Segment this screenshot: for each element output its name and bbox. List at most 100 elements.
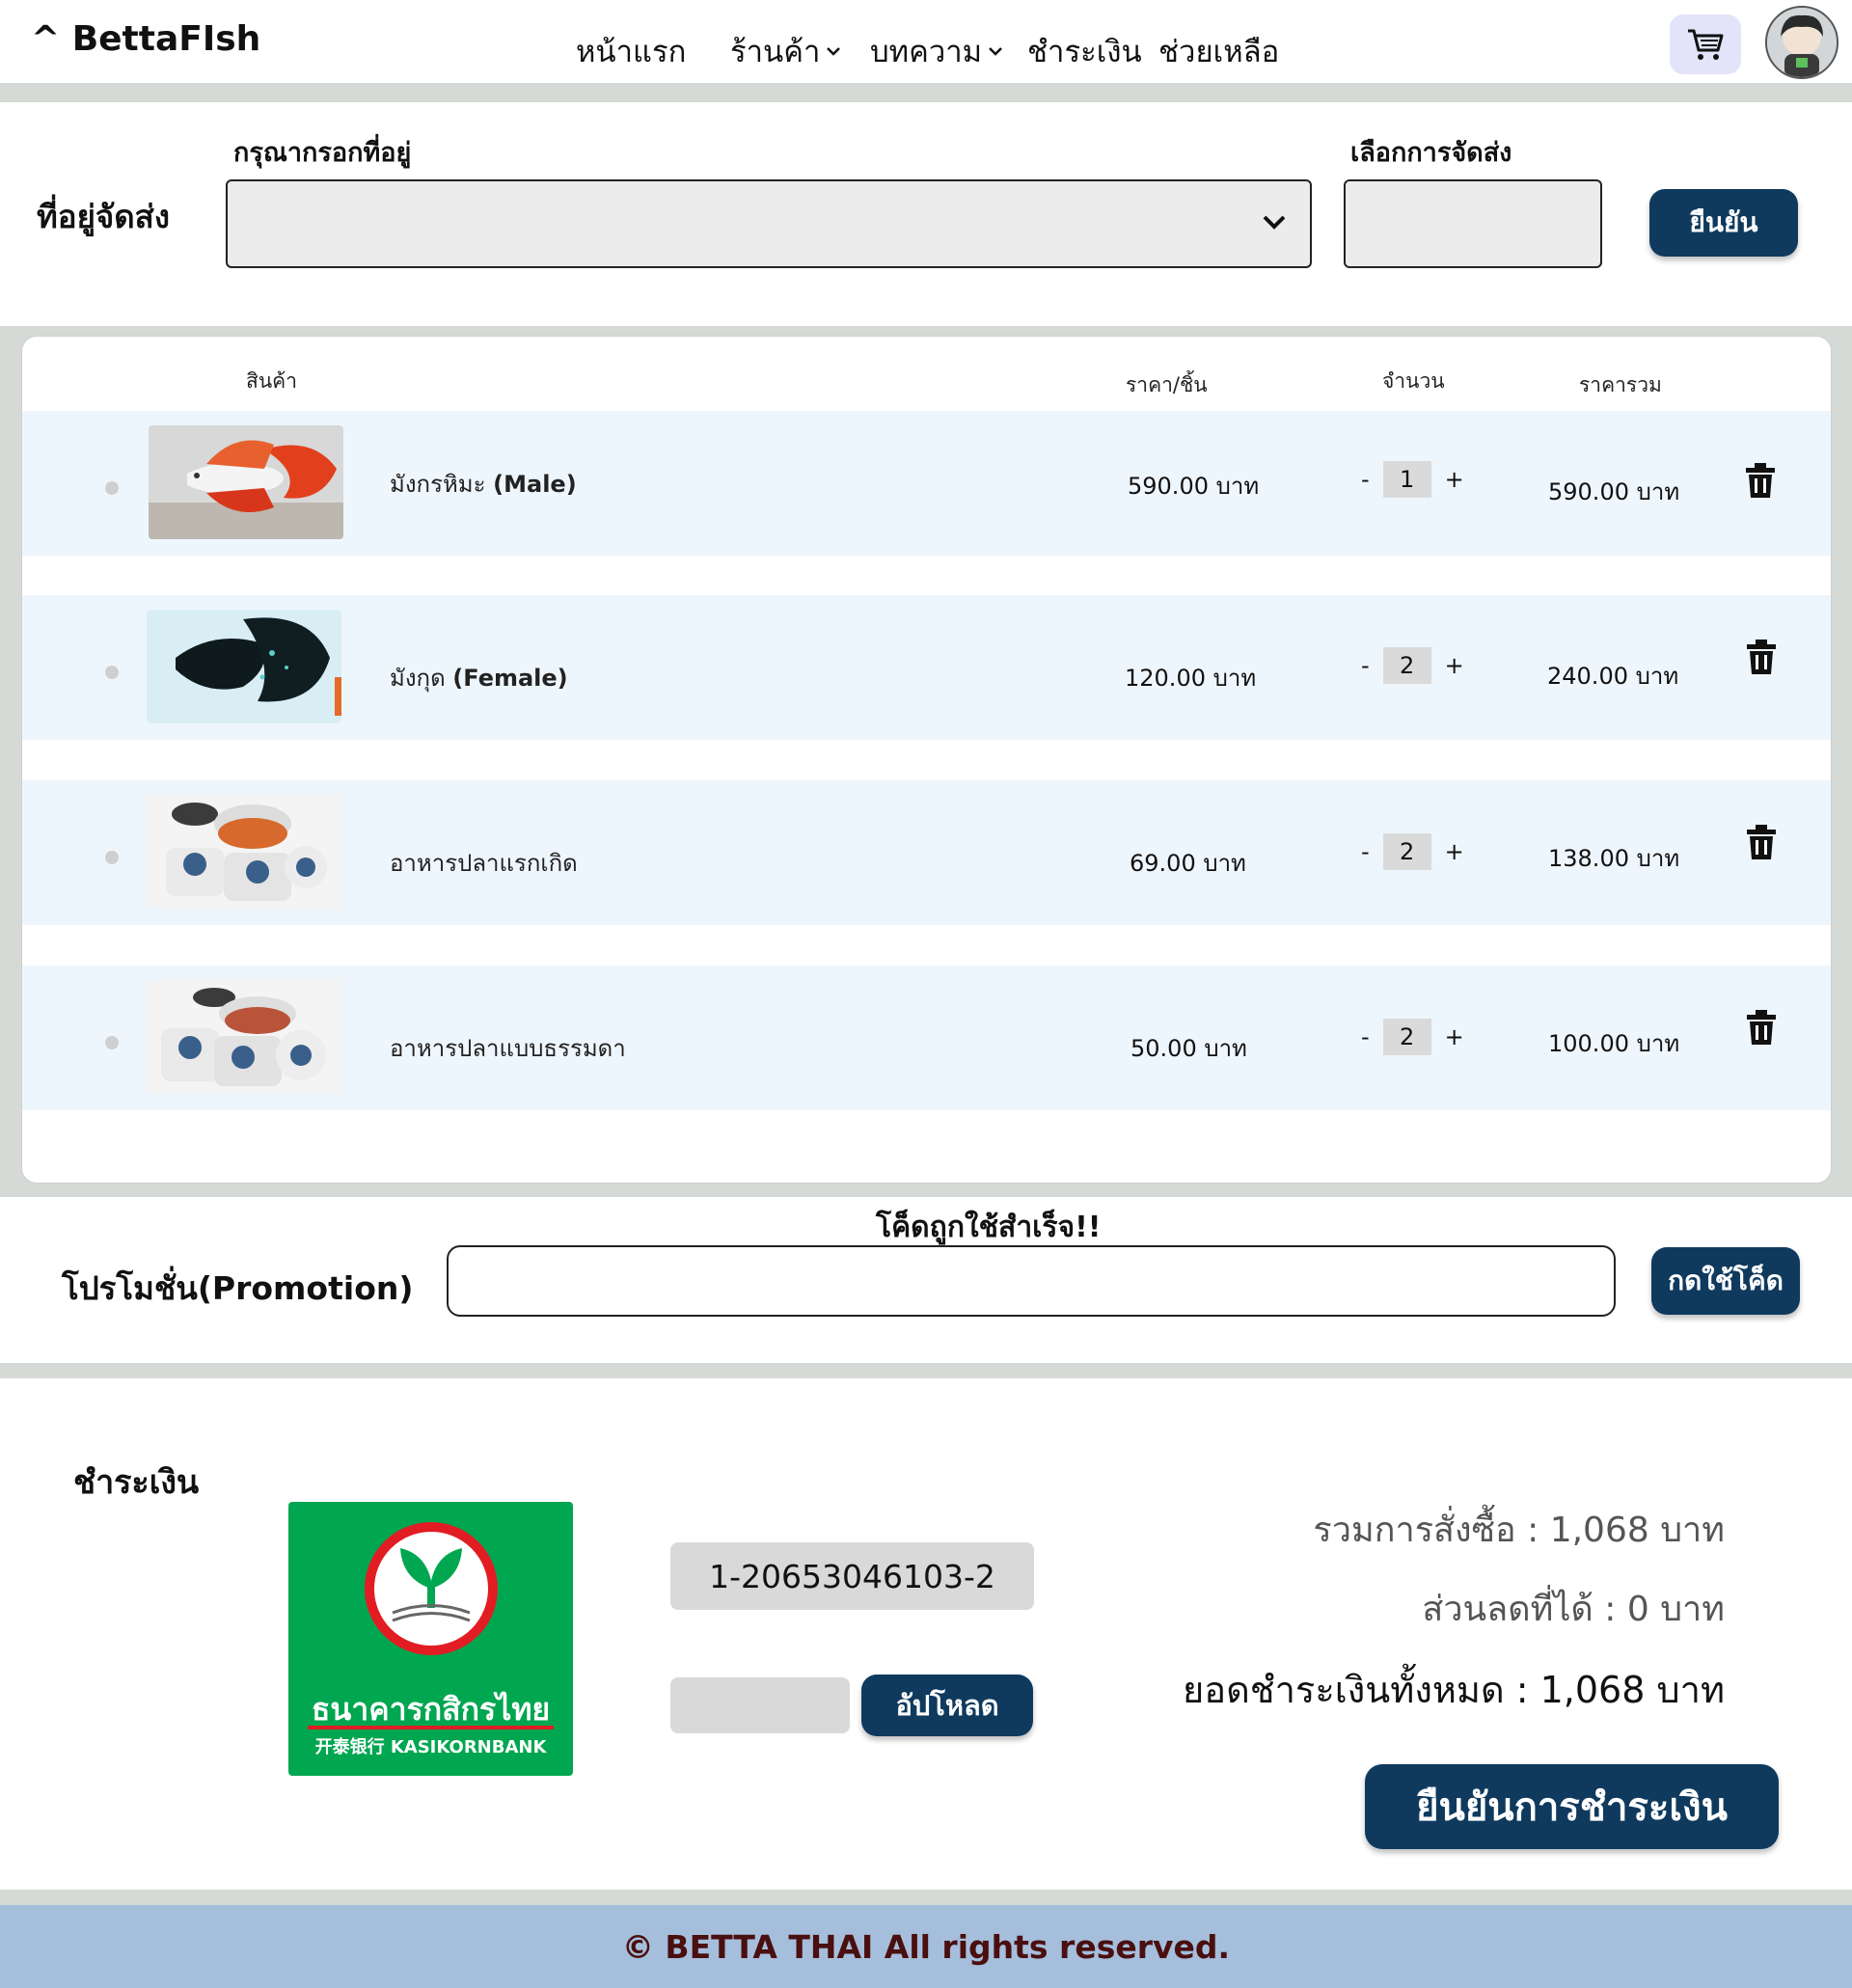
grand-total: ยอดชำระเงินทั้งหมด : 1,068 บาท xyxy=(1183,1660,1725,1719)
top-navbar: ^ BettaFIsh หน้าแรก ร้านค้า บทความ ชำระเ… xyxy=(0,0,1852,83)
delete-button[interactable] xyxy=(1745,463,1776,502)
avatar[interactable] xyxy=(1765,6,1838,79)
unit-price: 50.00 บาท xyxy=(1130,1035,1247,1062)
kbank-leaf-icon xyxy=(365,1522,498,1655)
bank-divider xyxy=(308,1726,554,1729)
product-name-text: อาหารปลาแบบธรรมดา xyxy=(390,1035,626,1062)
discount: ส่วนลดที่ได้ : 0 บาท xyxy=(1422,1581,1725,1636)
product-image xyxy=(147,795,341,909)
row-select-dot[interactable] xyxy=(105,666,119,679)
product-image xyxy=(147,610,341,723)
nav-home-label: หน้าแรก xyxy=(576,35,687,69)
shipping-method-field[interactable] xyxy=(1344,179,1602,268)
nav-articles[interactable]: บทความ xyxy=(870,27,1003,75)
header-quantity: จำนวน xyxy=(1382,369,1445,393)
fish-food-jars-image xyxy=(147,795,341,909)
discount-value: 0 บาท xyxy=(1626,1590,1725,1629)
quantity-stepper: - 2 + xyxy=(1361,647,1464,684)
trash-icon xyxy=(1746,463,1775,498)
discount-label: ส่วนลดที่ได้ : xyxy=(1422,1590,1617,1629)
cart-icon xyxy=(1688,29,1724,60)
decrease-button[interactable]: - xyxy=(1361,652,1370,679)
delete-button[interactable] xyxy=(1746,640,1777,678)
product-image xyxy=(149,425,343,539)
quantity-stepper: - 2 + xyxy=(1361,833,1464,870)
unit-price: 120.00 บาท xyxy=(1125,665,1257,692)
header-unit-price: ราคา/ชิ้น xyxy=(1126,373,1208,396)
delete-button[interactable] xyxy=(1746,1010,1777,1048)
trash-icon xyxy=(1747,640,1776,674)
decrease-button[interactable]: - xyxy=(1361,466,1370,493)
order-total: รวมการสั่งซื้อ : 1,068 บาท xyxy=(1313,1502,1725,1557)
upload-slip-field[interactable] xyxy=(670,1677,850,1733)
nav-shop[interactable]: ร้านค้า xyxy=(730,27,841,75)
promo-label: โปรโมชั่น(Promotion) xyxy=(62,1269,414,1307)
quantity-value[interactable]: 2 xyxy=(1382,647,1431,684)
user-avatar-icon xyxy=(1767,8,1837,77)
promo-code-input[interactable] xyxy=(447,1245,1616,1317)
product-name: มังกรหิมะ (Male) xyxy=(390,465,577,503)
nav-help-label: ช่วยเหลือ xyxy=(1158,35,1280,69)
product-tag: (Male) xyxy=(493,471,577,498)
product-tag: (Female) xyxy=(452,665,568,692)
nav-articles-label: บทความ xyxy=(870,35,983,69)
quantity-value[interactable]: 2 xyxy=(1382,1019,1431,1055)
apply-code-button[interactable]: กดใช้โค็ด xyxy=(1651,1247,1800,1315)
table-row: อาหารปลาแรกเกิด 69.00 บาท - 2 + 138.00 บ… xyxy=(22,780,1831,925)
product-name-text: มังกุด xyxy=(390,665,446,692)
shipping-section-title: ที่อยู่จัดส่ง xyxy=(37,198,170,235)
quantity-stepper: - 2 + xyxy=(1361,1019,1464,1055)
trash-icon xyxy=(1747,1010,1776,1045)
header-total: ราคารวม xyxy=(1579,373,1662,396)
site-logo[interactable]: ^ BettaFIsh xyxy=(31,19,260,59)
delete-button[interactable] xyxy=(1746,825,1777,863)
bank-name-english: 开泰银行 KASIKORNBANK xyxy=(314,1737,547,1757)
increase-button[interactable]: + xyxy=(1445,838,1464,865)
table-row: มังกรหิมะ (Male) 590.00 บาท - 1 + 590.00… xyxy=(22,411,1831,556)
row-total: 100.00 บาท xyxy=(1548,1030,1680,1057)
row-total: 590.00 บาท xyxy=(1548,478,1680,505)
cart-button[interactable] xyxy=(1670,14,1741,74)
product-image xyxy=(147,980,341,1094)
increase-button[interactable]: + xyxy=(1445,1023,1464,1050)
nav-payment-label: ชำระเงิน xyxy=(1027,35,1142,69)
nav-help[interactable]: ช่วยเหลือ xyxy=(1158,27,1279,75)
decrease-button[interactable]: - xyxy=(1361,1023,1370,1050)
grand-total-label: ยอดชำระเงินทั้งหมด : xyxy=(1183,1669,1529,1711)
confirm-payment-button[interactable]: ยืนยันการชำระเงิน xyxy=(1365,1764,1779,1849)
chevron-down-icon xyxy=(989,47,1002,56)
promotion-section: โค็ดถูกใช้สำเร็จ!! โปรโมชั่น(Promotion) … xyxy=(0,1197,1852,1363)
quantity-value[interactable]: 2 xyxy=(1382,833,1431,870)
betta-fish-white-image xyxy=(149,425,343,539)
table-row: มังกุด (Female) 120.00 บาท - 2 + 240.00 … xyxy=(22,595,1831,740)
product-name-text: มังกรหิมะ xyxy=(390,471,486,498)
nav-home[interactable]: หน้าแรก xyxy=(576,27,686,75)
row-total: 240.00 บาท xyxy=(1547,663,1679,690)
row-select-dot[interactable] xyxy=(105,851,119,864)
nav-payment[interactable]: ชำระเงิน xyxy=(1027,27,1142,75)
row-select-dot[interactable] xyxy=(105,1036,119,1049)
quantity-stepper: - 1 + xyxy=(1361,461,1464,498)
product-name: อาหารปลาแรกเกิด xyxy=(390,844,578,882)
shipping-address-section: ที่อยู่จัดส่ง กรุณากรอกที่อยู่ เลือกการจ… xyxy=(0,102,1852,326)
increase-button[interactable]: + xyxy=(1445,652,1464,679)
product-name-text: อาหารปลาแรกเกิด xyxy=(390,850,578,877)
nav-shop-label: ร้านค้า xyxy=(730,35,821,69)
header-product: สินค้า xyxy=(246,369,298,393)
footer: © BETTA THAI All rights reserved. xyxy=(0,1905,1852,1988)
confirm-address-button[interactable]: ยืนยัน xyxy=(1649,189,1798,257)
row-select-dot[interactable] xyxy=(105,481,119,495)
kasikorn-bank-logo: ธนาคารกสิกรไทย 开泰银行 KASIKORNBANK xyxy=(288,1502,573,1776)
address-select[interactable] xyxy=(226,179,1312,268)
quantity-value[interactable]: 1 xyxy=(1382,461,1431,498)
upload-button[interactable]: อัปโหลด xyxy=(861,1675,1033,1736)
chevron-down-icon xyxy=(1263,215,1286,230)
payment-section: ชำระเงิน ธนาคารกสิกรไทย 开泰银行 KASIKORNBAN… xyxy=(0,1378,1852,1890)
order-total-value: 1,068 บาท xyxy=(1549,1511,1725,1550)
payment-title: ชำระเงิน xyxy=(73,1463,200,1502)
decrease-button[interactable]: - xyxy=(1361,838,1370,865)
increase-button[interactable]: + xyxy=(1445,466,1464,493)
promo-status: โค็ดถูกใช้สำเร็จ!! xyxy=(876,1211,1102,1244)
cart-table: สินค้า ราคา/ชิ้น จำนวน ราคารวม มังกรหิมะ… xyxy=(21,336,1832,1184)
row-total: 138.00 บาท xyxy=(1548,845,1680,872)
